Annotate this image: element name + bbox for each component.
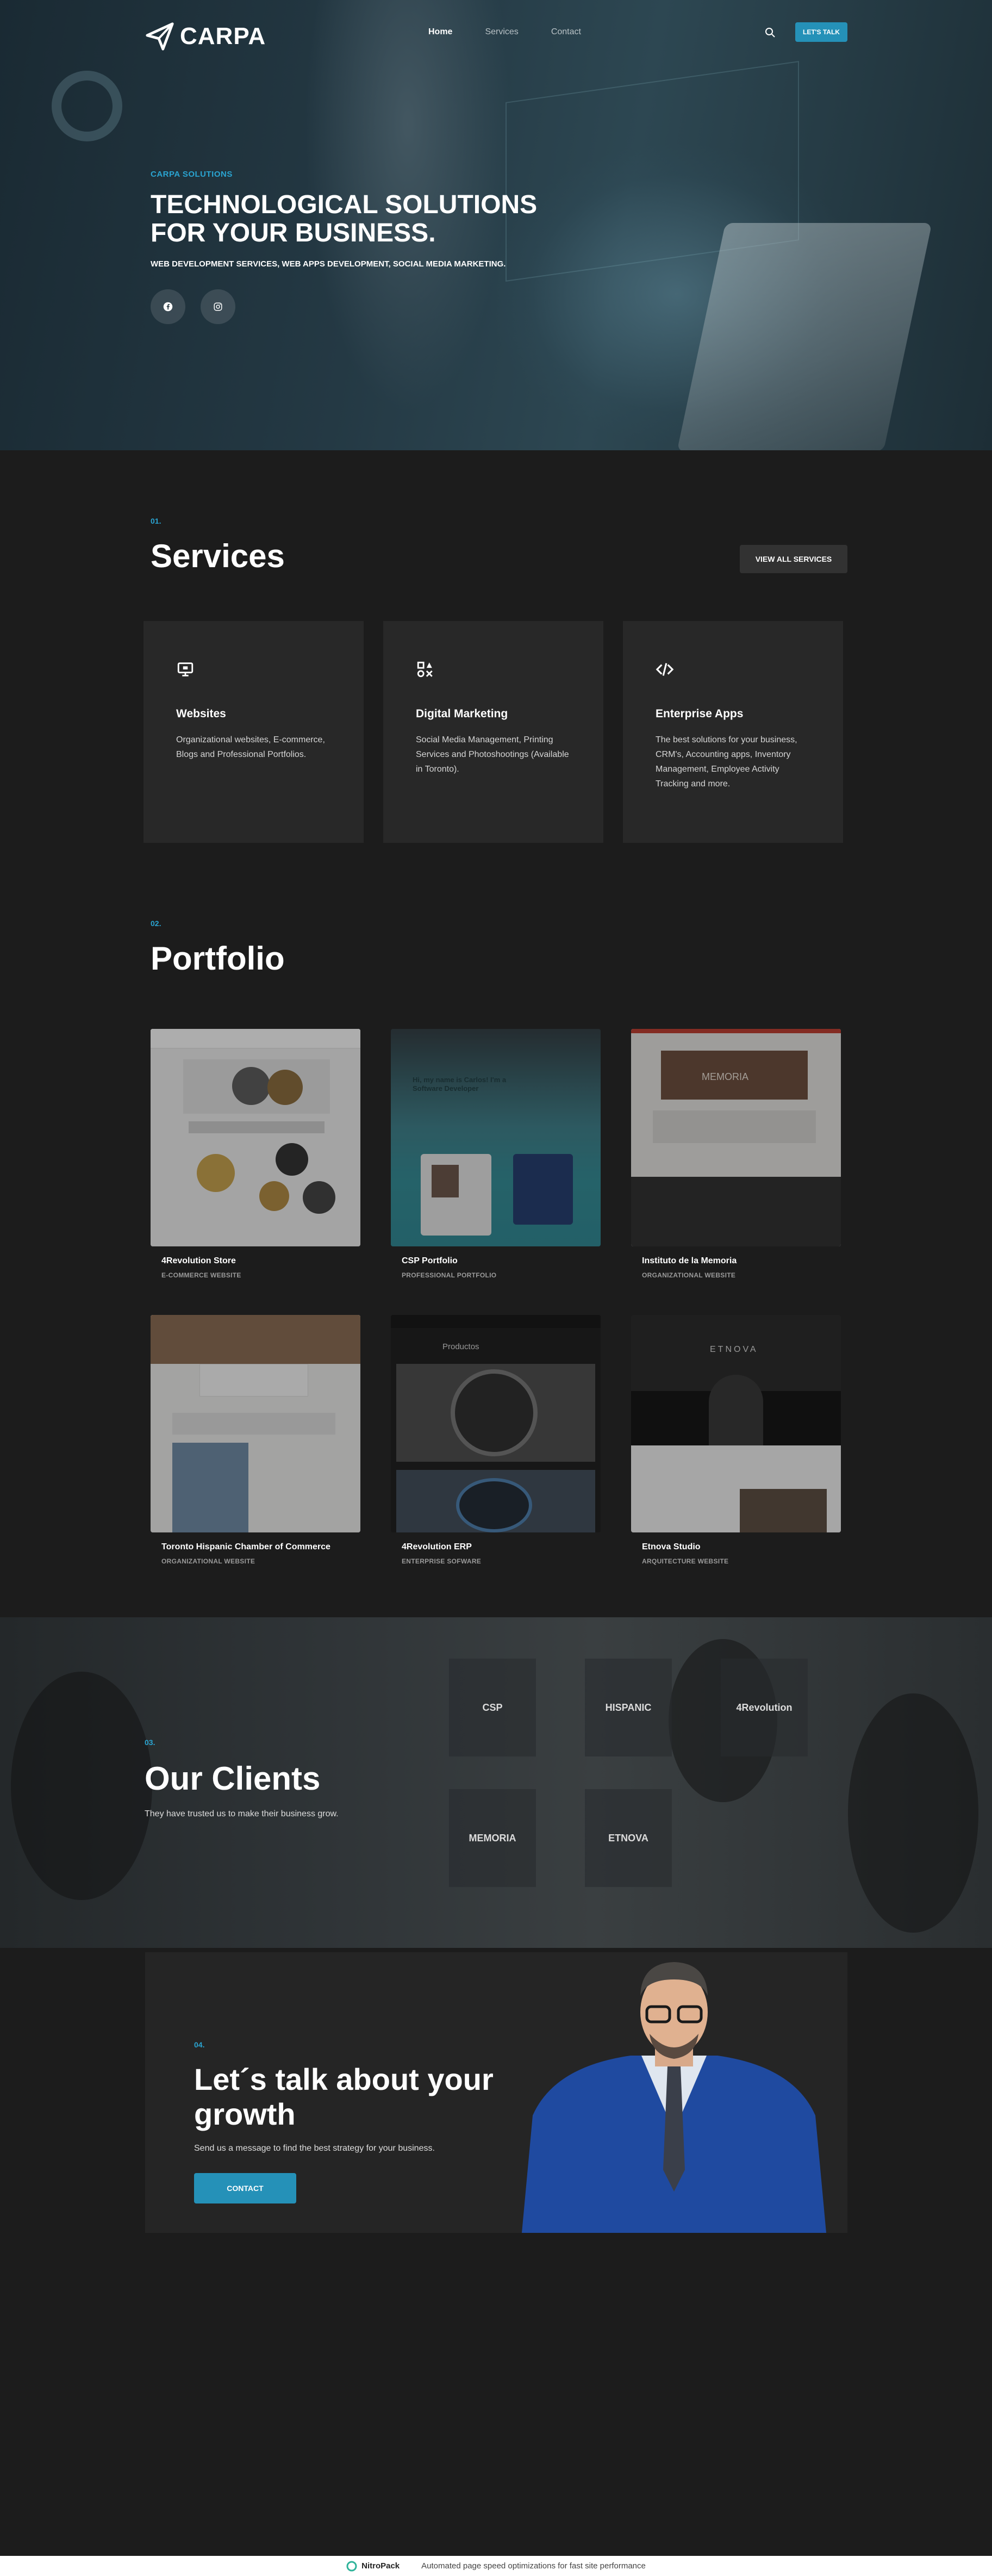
contact-title: Let´s talk about your growth [194, 2062, 494, 2131]
clients-subtitle: They have trusted us to make their busin… [145, 1809, 339, 1818]
services-section: 01. Services VIEW ALL SERVICES Websites … [144, 517, 847, 843]
portfolio-item[interactable]: Toronto Hispanic Chamber of Commerce ORG… [151, 1315, 360, 1565]
hero-title: TECHNOLOGICAL SOLUTIONS FOR YOUR BUSINES… [151, 190, 538, 247]
search-icon[interactable] [764, 26, 777, 39]
hero-section: CARPA Home Services Contact LET'S TALK C… [0, 0, 992, 450]
view-all-services-button[interactable]: VIEW ALL SERVICES [740, 545, 847, 573]
facebook-link[interactable] [151, 289, 185, 324]
portfolio-item[interactable]: Hi, my name is Carlos! I'm a Software De… [391, 1029, 601, 1279]
service-description: Social Media Management, Printing Servic… [416, 735, 569, 774]
portfolio-item-name: 4Revolution Store [161, 1256, 236, 1265]
service-description: The best solutions for your business, CR… [656, 735, 797, 789]
service-card-enterprise-apps[interactable]: Enterprise Apps The best solutions for y… [623, 621, 843, 843]
nitropack-bar: NitroPack Automated page speed optimizat… [0, 2556, 992, 2576]
portfolio-item-name: Instituto de la Memoria [642, 1256, 737, 1265]
client-logos: CSP HISPANIC 4Revolution MEMORIA ETNOVA [449, 1659, 808, 1887]
portfolio-thumbnail-erp[interactable]: Productos [391, 1315, 601, 1532]
portfolio-item-name: Etnova Studio [642, 1542, 701, 1551]
nav-contact[interactable]: Contact [551, 27, 581, 37]
businessman-illustration [522, 1962, 826, 2233]
clients-number: 03. [145, 1738, 155, 1747]
code-icon [656, 663, 674, 676]
services-number: 01. [151, 517, 161, 525]
portfolio-thumbnail-memoria[interactable]: MEMORIA [631, 1029, 841, 1246]
portfolio-title: Portfolio [151, 940, 285, 977]
portfolio-thumbnail-store[interactable] [151, 1029, 360, 1246]
portfolio-thumbnail-csp[interactable]: Hi, my name is Carlos! I'm a Software De… [391, 1029, 601, 1246]
client-logo-memoria: MEMORIA [449, 1789, 536, 1887]
portfolio-item-name: Toronto Hispanic Chamber of Commerce [161, 1542, 330, 1551]
hero-content: CARPA SOLUTIONS TECHNOLOGICAL SOLUTIONS … [151, 170, 564, 324]
logo-text: CARPA [180, 23, 266, 49]
top-navigation: CARPA Home Services Contact LET'S TALK [0, 0, 992, 65]
portfolio-item-name: CSP Portfolio [402, 1256, 458, 1265]
social-links [151, 289, 564, 324]
portfolio-item-category: ORGANIZATIONAL WEBSITE [161, 1557, 255, 1565]
instagram-icon [214, 302, 222, 311]
clients-title: Our Clients [145, 1760, 321, 1797]
background-person [848, 1693, 978, 1933]
site-logo[interactable]: CARPA [144, 21, 266, 52]
nav-services[interactable]: Services [485, 27, 518, 37]
client-logo-4revolution: 4Revolution [721, 1659, 808, 1756]
hero-subtitle: WEB DEVELOPMENT SERVICES, WEB APPS DEVEL… [151, 259, 506, 269]
instagram-link[interactable] [201, 289, 235, 324]
service-title: Enterprise Apps [656, 707, 744, 720]
megaphone-icon [417, 661, 433, 678]
portfolio-number: 02. [151, 919, 161, 928]
service-title: Websites [176, 707, 226, 720]
nitropack-brand[interactable]: NitroPack [346, 2561, 400, 2572]
portfolio-item-category: ORGANIZATIONAL WEBSITE [642, 1271, 736, 1279]
portfolio-item-category: E-COMMERCE WEBSITE [161, 1271, 241, 1279]
clients-text: 03. Our Clients They have trusted us to … [145, 1738, 339, 1819]
portfolio-thumbnail-etnova[interactable]: ETNOVA [631, 1315, 841, 1532]
service-card-websites[interactable]: Websites Organizational websites, E-comm… [144, 621, 364, 843]
contact-subtitle: Send us a message to find the best strat… [194, 2144, 435, 2153]
facebook-icon [163, 302, 173, 312]
contact-number: 04. [194, 2040, 205, 2049]
client-logo-etnova: ETNOVA [585, 1789, 672, 1887]
portfolio-item-category: ARQUITECTURE WEBSITE [642, 1557, 729, 1565]
portfolio-grid: 4Revolution Store E-COMMERCE WEBSITE Hi,… [151, 1029, 841, 1565]
clients-section: 03. Our Clients They have trusted us to … [0, 1617, 992, 1948]
portfolio-item[interactable]: 4Revolution Store E-COMMERCE WEBSITE [151, 1029, 360, 1279]
contact-text: 04. Let´s talk about your growth Send us… [194, 2040, 498, 2203]
portfolio-item-category: PROFESSIONAL PORTFOLIO [402, 1271, 497, 1279]
lets-talk-button[interactable]: LET'S TALK [795, 22, 847, 42]
nav-home[interactable]: Home [428, 27, 452, 37]
service-description: Organizational websites, E-commerce, Blo… [176, 735, 325, 759]
service-card-digital-marketing[interactable]: Digital Marketing Social Media Managemen… [383, 621, 603, 843]
portfolio-section: 02. Portfolio 4Revolution Store E-COMMER… [151, 919, 847, 1565]
portfolio-item[interactable]: ETNOVA Etnova Studio ARQUITECTURE WEBSIT… [631, 1315, 841, 1565]
nitropack-brand-text: NitroPack [361, 2561, 400, 2571]
service-title: Digital Marketing [416, 707, 508, 720]
portfolio-item[interactable]: MEMORIA Instituto de la Memoria ORGANIZA… [631, 1029, 841, 1279]
hero-eyebrow: CARPA SOLUTIONS [151, 170, 233, 179]
main-menu: Home Services Contact [428, 27, 581, 37]
nitropack-icon [346, 2561, 357, 2571]
background-person [11, 1672, 152, 1900]
contact-button[interactable]: CONTACT [194, 2173, 296, 2203]
portfolio-thumbnail-chamber[interactable] [151, 1315, 360, 1532]
paper-plane-logo-icon [146, 22, 174, 51]
contact-person-image [522, 1952, 826, 2233]
nitropack-text: Automated page speed optimizations for f… [421, 2561, 646, 2571]
client-logo-csp: CSP [449, 1659, 536, 1756]
service-cards: Websites Organizational websites, E-comm… [144, 621, 843, 843]
monitor-icon [177, 662, 194, 676]
hero-decorative-ring [52, 71, 122, 141]
portfolio-item-name: 4Revolution ERP [402, 1542, 472, 1551]
portfolio-item-category: ENTERPRISE SOFWARE [402, 1557, 482, 1565]
client-logo-hispanic: HISPANIC [585, 1659, 672, 1756]
portfolio-item[interactable]: Productos 4Revolution ERP ENTERPRISE SOF… [391, 1315, 601, 1565]
